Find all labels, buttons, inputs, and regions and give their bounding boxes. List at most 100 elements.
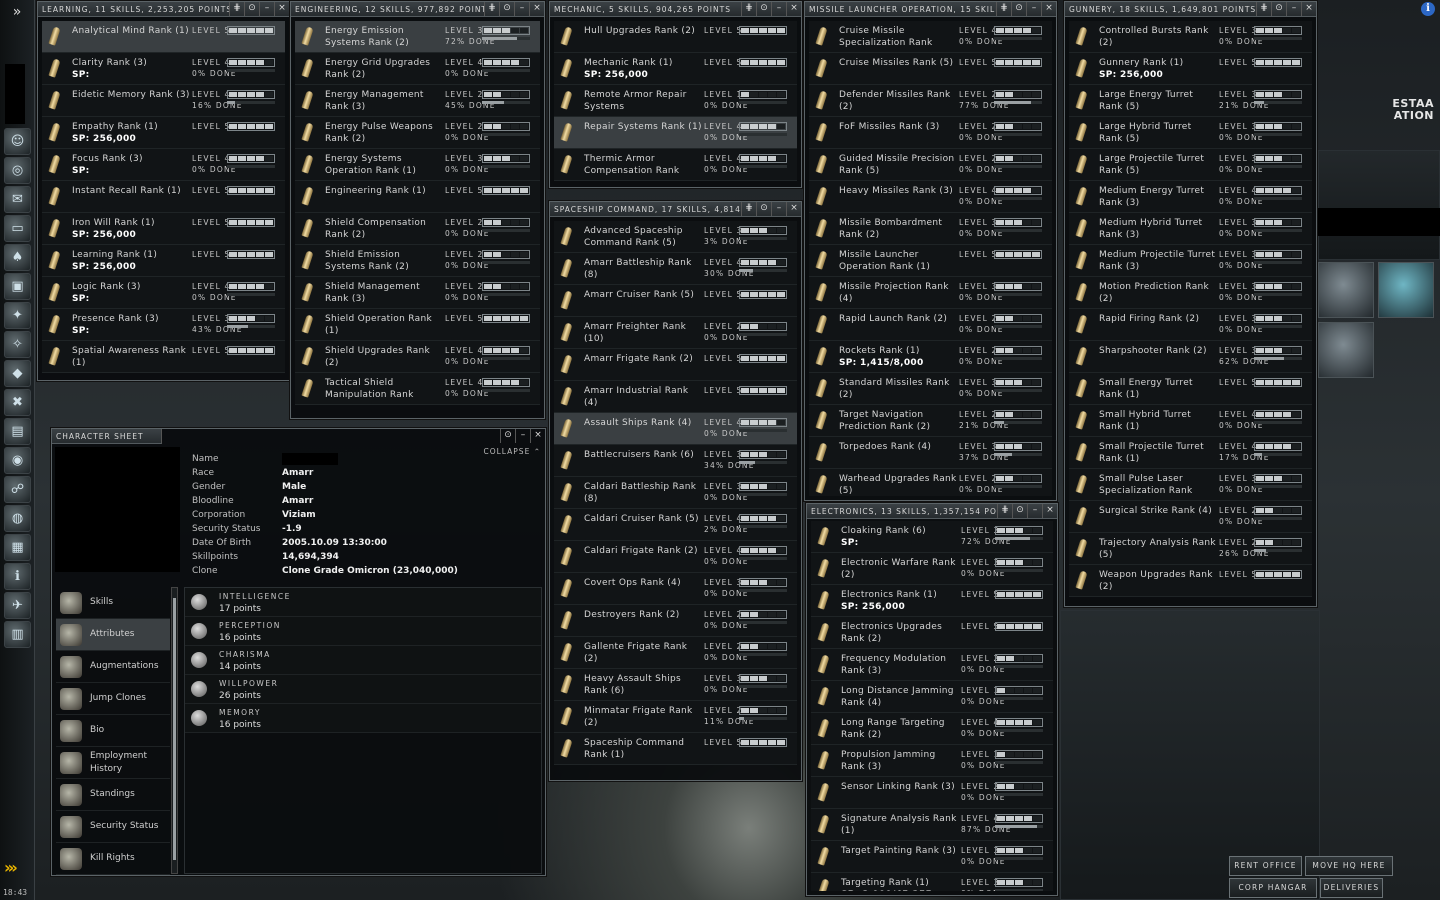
- info-icon[interactable]: ⋕: [996, 2, 1011, 16]
- attribute-row[interactable]: WILLPOWER 26 points: [185, 675, 541, 704]
- skill-row[interactable]: Caldari Cruiser Rank (5) LEVEL 4 2% DONE: [554, 509, 797, 541]
- skill-row[interactable]: Electronics Upgrades Rank (2) LEVEL 5: [811, 617, 1053, 649]
- character-portrait[interactable]: [55, 447, 180, 572]
- skill-row[interactable]: Standard Missiles Rank (2) LEVEL 3 0% DONE: [809, 373, 1052, 405]
- skill-row[interactable]: Amarr Battleship Rank (8) LEVEL 4 30% DONE: [554, 253, 797, 285]
- skill-row[interactable]: Minmatar Frigate Rank (2) LEVEL 2 11% DONE: [554, 701, 797, 733]
- cube-icon[interactable]: ◆: [4, 360, 31, 387]
- skill-row[interactable]: Energy Pulse Weapons Rank (2) LEVEL 2 0% D…: [295, 117, 540, 149]
- close-icon[interactable]: ×: [529, 2, 544, 16]
- category-standings[interactable]: Standings: [56, 779, 170, 811]
- category-augmentations[interactable]: Augmentations: [56, 651, 170, 683]
- map-icon[interactable]: ✦: [4, 302, 31, 329]
- info-icon[interactable]: ⋕: [1256, 2, 1271, 16]
- skill-row[interactable]: Cloaking Rank (6) SP: LEVEL 3 72% DONE: [811, 521, 1053, 553]
- minimize-button[interactable]: –: [1286, 2, 1301, 16]
- category-jump-clones[interactable]: Jump Clones: [56, 683, 170, 715]
- skill-row[interactable]: Energy Emission Systems Rank (2) LEVEL 37…: [295, 21, 540, 53]
- skill-row[interactable]: Signature Analysis Rank (1) LEVEL 4 87% DO…: [811, 809, 1053, 841]
- minimize-icon[interactable]: ⊙: [756, 202, 771, 216]
- skill-row[interactable]: Advanced Spaceship Command Rank (5) LEVEL…: [554, 221, 797, 253]
- minimize-icon[interactable]: ⊙: [1012, 504, 1027, 518]
- skill-row[interactable]: Rapid Firing Rank (2) LEVEL 3 0% DONE: [1069, 309, 1312, 341]
- service-icon-ship[interactable]: [1318, 322, 1374, 378]
- close-icon[interactable]: ×: [530, 429, 545, 443]
- service-icon-repair[interactable]: [1318, 262, 1374, 318]
- skill-row[interactable]: Medium Hybrid Turret Rank (3) LEVEL 3 0% D…: [1069, 213, 1312, 245]
- skill-row[interactable]: Small Pulse Laser Specialization Rank LEV…: [1069, 469, 1312, 501]
- skill-row[interactable]: Iron Will Rank (1) SP: 256,000 LEVEL 5: [42, 213, 285, 245]
- skill-row[interactable]: Logic Rank (3) SP: LEVEL 4 0% DONE: [42, 277, 285, 309]
- skill-row[interactable]: Controlled Bursts Rank (2) LEVEL 3 0% DONE: [1069, 21, 1312, 53]
- skills-icon[interactable]: ✖: [4, 389, 31, 416]
- skill-row[interactable]: Eidetic Memory Rank (3) LEVEL 4 16% DONE: [42, 85, 285, 117]
- skill-row[interactable]: Trajectory Analysis Rank (5) LEVEL 2 26% D…: [1069, 533, 1312, 565]
- skill-row[interactable]: Destroyers Rank (2) LEVEL 2 0% DONE: [554, 605, 797, 637]
- skill-row[interactable]: Shield Upgrades Rank (2) LEVEL 4 0% DONE: [295, 341, 540, 373]
- notepad-icon[interactable]: ▭: [4, 215, 31, 242]
- skill-row[interactable]: Spaceship Command Rank (1) LEVEL 5: [554, 733, 797, 765]
- skill-row[interactable]: Warhead Upgrades Rank (5) LEVEL 2 0% DONE: [809, 469, 1052, 496]
- skill-row[interactable]: Focus Rank (3) SP: LEVEL 4 0% DONE: [42, 149, 285, 181]
- skill-row[interactable]: Amarr Frigate Rank (2) LEVEL 5: [554, 349, 797, 381]
- cards-icon[interactable]: ♠: [4, 244, 31, 271]
- skill-row[interactable]: Tactical Shield Manipulation Rank LEVEL 4…: [295, 373, 540, 405]
- skill-row[interactable]: Motion Prediction Rank (2) LEVEL 3 0% DONE: [1069, 277, 1312, 309]
- skill-row[interactable]: Spatial Awareness Rank (1) LEVEL 5: [42, 341, 285, 373]
- neocom-toggle-icon[interactable]: »: [4, 4, 30, 22]
- skill-row[interactable]: Covert Ops Rank (4) LEVEL 3 0% DONE: [554, 573, 797, 605]
- skill-row[interactable]: Amarr Industrial Rank (4) LEVEL 5: [554, 381, 797, 413]
- category-attributes[interactable]: Attributes: [56, 619, 170, 651]
- skill-row[interactable]: Electronic Warfare Rank (2) LEVEL 3 0% DON…: [811, 553, 1053, 585]
- close-icon[interactable]: ×: [1042, 504, 1057, 518]
- help-icon[interactable]: ℹ: [4, 563, 31, 590]
- wallet-icon[interactable]: ▣: [4, 273, 31, 300]
- minimize-button[interactable]: –: [514, 2, 529, 16]
- market-icon[interactable]: ▤: [4, 418, 31, 445]
- skill-row[interactable]: Defender Missiles Rank (2) LEVEL 2 77% DON…: [809, 85, 1052, 117]
- skill-row[interactable]: Torpedoes Rank (4) LEVEL 3 37% DONE: [809, 437, 1052, 469]
- skill-row[interactable]: Caldari Frigate Rank (2) LEVEL 4 0% DONE: [554, 541, 797, 573]
- attribute-row[interactable]: CHARISMA 14 points: [185, 646, 541, 675]
- close-icon[interactable]: ×: [1041, 2, 1056, 16]
- minimize-button[interactable]: –: [259, 2, 274, 16]
- skill-row[interactable]: Energy Systems Operation Rank (1) LEVEL 3…: [295, 149, 540, 181]
- minimize-button[interactable]: –: [515, 429, 530, 443]
- window-title[interactable]: LEARNING, 11 SKILLS, 2,253,205 POINTS ⋕ ⊙ –…: [38, 2, 289, 17]
- rent-office-button[interactable]: RENT OFFICE: [1229, 856, 1302, 876]
- skill-row[interactable]: Cruise Missiles Rank (5) LEVEL 5: [809, 53, 1052, 85]
- skill-row[interactable]: Cruise Missile Specialization Rank LEVEL …: [809, 21, 1052, 53]
- info-icon[interactable]: ⋕: [484, 2, 499, 16]
- category-employment-history[interactable]: Employment History: [56, 747, 170, 779]
- close-icon[interactable]: ×: [1301, 2, 1316, 16]
- skill-row[interactable]: Propulsion Jamming Rank (3) LEVEL 1 0% DON…: [811, 745, 1053, 777]
- lifebuoy-icon[interactable]: ◉: [4, 447, 31, 474]
- skill-row[interactable]: Guided Missile Precision Rank (5) LEVEL 2…: [809, 149, 1052, 181]
- skill-row[interactable]: Rockets Rank (1) SP: 1,415/8,000 LEVEL 2 0%…: [809, 341, 1052, 373]
- window-title[interactable]: CHARACTER SHEET: [52, 429, 162, 444]
- skill-row[interactable]: Caldari Battleship Rank (8) LEVEL 3 0% DON…: [554, 477, 797, 509]
- skill-row[interactable]: Heavy Assault Ships Rank (6) LEVEL 3 0% DO…: [554, 669, 797, 701]
- skill-row[interactable]: Presence Rank (3) SP: LEVEL 3 43% DONE: [42, 309, 285, 341]
- skill-row[interactable]: Target Navigation Prediction Rank (2) LEV…: [809, 405, 1052, 437]
- skill-row[interactable]: Mechanic Rank (1) SP: 256,000 LEVEL 5: [554, 53, 797, 85]
- categories-scrollbar[interactable]: [171, 587, 178, 874]
- corporation-icon[interactable]: ◎: [4, 157, 31, 184]
- people-icon[interactable]: ☍: [4, 476, 31, 503]
- skill-row[interactable]: Gunnery Rank (1) SP: 256,000 LEVEL 5: [1069, 53, 1312, 85]
- minimize-icon[interactable]: ⊙: [499, 2, 514, 16]
- move-hq-button[interactable]: MOVE HQ HERE: [1305, 856, 1393, 876]
- skill-row[interactable]: Medium Energy Turret Rank (3) LEVEL 4 0% D…: [1069, 181, 1312, 213]
- skill-row[interactable]: FoF Missiles Rank (3) LEVEL 2 0% DONE: [809, 117, 1052, 149]
- ship-icon[interactable]: ✈: [4, 592, 31, 619]
- skill-row[interactable]: Empathy Rank (1) SP: 256,000 LEVEL 5: [42, 117, 285, 149]
- skill-row[interactable]: Small Projectile Turret Rank (1) LEVEL 41…: [1069, 437, 1312, 469]
- skill-row[interactable]: Engineering Rank (1) LEVEL 5: [295, 181, 540, 213]
- skill-row[interactable]: Energy Grid Upgrades Rank (2) LEVEL 4 0% D…: [295, 53, 540, 85]
- mail-icon[interactable]: ✉: [4, 186, 31, 213]
- minimize-button[interactable]: –: [771, 202, 786, 216]
- minimize-icon[interactable]: ⊙: [756, 2, 771, 16]
- skill-row[interactable]: Large Energy Turret Rank (5) LEVEL 3 21% D…: [1069, 85, 1312, 117]
- window-title[interactable]: MISSILE LAUNCHER OPERATION, 15 SKILLS ⋕ ⊙ –…: [805, 2, 1056, 17]
- skill-row[interactable]: Assault Ships Rank (4) LEVEL 4 0% DONE: [554, 413, 797, 445]
